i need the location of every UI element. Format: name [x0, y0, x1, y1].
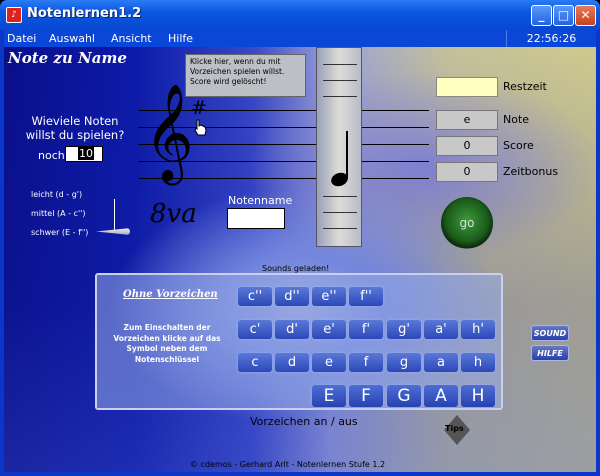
ohne-vorzeichen-label: Ohne Vorzeichen: [123, 289, 218, 300]
note-column: [316, 47, 362, 247]
menu-bar: Datei Auswahl Ansicht Hilfe 22:56:26: [4, 30, 596, 47]
noch-label: noch: [38, 149, 65, 162]
note-button-g1[interactable]: g': [387, 320, 421, 339]
ledger-line: [323, 80, 357, 81]
note-button-e1[interactable]: e': [312, 320, 346, 339]
note-button-H-big[interactable]: H: [461, 385, 495, 407]
note-button-a[interactable]: a: [424, 353, 458, 372]
ledger-line: [323, 196, 357, 197]
close-button[interactable]: ✕: [575, 5, 596, 26]
note-button-d[interactable]: d: [275, 353, 309, 372]
maximize-button[interactable]: □: [553, 5, 574, 26]
level-easy[interactable]: leicht (d - g'): [31, 190, 82, 199]
level-slider-track: [114, 199, 115, 233]
ledger-line: [323, 228, 357, 229]
note-button-c1[interactable]: c': [238, 320, 272, 339]
sound-button[interactable]: SOUND: [531, 325, 569, 341]
note-stem: [346, 131, 348, 179]
help-button[interactable]: HILFE: [531, 345, 569, 361]
note-button-d1[interactable]: d': [275, 320, 309, 339]
minimize-button[interactable]: _: [531, 5, 552, 26]
level-hard[interactable]: schwer (E - f''): [31, 228, 88, 237]
accidentals-tooltip: Klicke hier, wenn du mit Vorzeichen spie…: [185, 54, 306, 97]
note-button-e[interactable]: e: [312, 353, 346, 372]
sharp-toggle-icon[interactable]: #: [191, 97, 207, 119]
credits-text: © cdemos - Gerhard Arlt - Notenlernen St…: [190, 460, 386, 469]
note-button-d2[interactable]: d'': [275, 287, 309, 306]
score-label: Score: [503, 139, 534, 152]
level-medium[interactable]: mittel (A - c''): [31, 209, 85, 218]
mode-title: Note zu Name: [8, 49, 127, 67]
app-window: ♪ Notenlernen1.2 _ □ ✕ Datei Auswahl Ans…: [0, 0, 600, 476]
restzeit-label: Restzeit: [503, 80, 547, 93]
go-button[interactable]: go: [441, 197, 493, 249]
notename-label: Notenname: [228, 194, 293, 207]
note-button-f1[interactable]: f': [349, 320, 383, 339]
how-many-label: Wieviele Noten willst du spielen?: [25, 114, 125, 142]
note-button-c2[interactable]: c'': [238, 287, 272, 306]
main-content: Note zu Name Klicke hier, wenn du mit Vo…: [4, 47, 596, 472]
vorzeichen-toggle-label[interactable]: Vorzeichen an / aus: [250, 415, 358, 428]
note-count-input[interactable]: 10: [65, 146, 103, 162]
zeitbonus-label: Zeitbonus: [503, 165, 559, 178]
note-button-h[interactable]: h: [461, 353, 495, 372]
title-bar[interactable]: ♪ Notenlernen1.2 _ □ ✕: [0, 0, 600, 30]
restzeit-field: [436, 77, 498, 97]
clock: 22:56:26: [506, 30, 596, 47]
window-title: Notenlernen1.2: [27, 6, 142, 21]
menu-ansicht[interactable]: Ansicht: [111, 32, 152, 45]
ledger-line: [323, 96, 357, 97]
note-button-c[interactable]: c: [238, 353, 272, 372]
note-button-f2[interactable]: f'': [349, 287, 383, 306]
level-slider-handle[interactable]: [96, 228, 130, 235]
note-button-G-big[interactable]: G: [387, 385, 421, 407]
note-button-a1[interactable]: a': [424, 320, 458, 339]
zeitbonus-field: 0: [436, 162, 498, 182]
notename-input[interactable]: [227, 208, 285, 229]
menu-hilfe[interactable]: Hilfe: [168, 32, 193, 45]
note-button-e2[interactable]: e'': [312, 287, 346, 306]
hand-cursor-icon: [194, 119, 207, 136]
note-button-E-big[interactable]: E: [312, 385, 346, 407]
note-button-h1[interactable]: h': [461, 320, 495, 339]
note-field: e: [436, 110, 498, 130]
note-button-A-big[interactable]: A: [424, 385, 458, 407]
score-field: 0: [436, 136, 498, 156]
note-label: Note: [503, 113, 530, 126]
menu-auswahl[interactable]: Auswahl: [49, 32, 95, 45]
note-button-f[interactable]: f: [349, 353, 383, 372]
treble-clef-icon: 𝄞: [144, 83, 194, 181]
note-button-g[interactable]: g: [387, 353, 421, 372]
note-count-value: 10: [78, 147, 94, 160]
note-button-F-big[interactable]: F: [349, 385, 383, 407]
ledger-line: [323, 64, 357, 65]
note-app-icon: ♪: [6, 7, 22, 23]
ledger-line: [323, 212, 357, 213]
tips-label[interactable]: Tips: [445, 424, 464, 433]
accidentals-hint: Zum Einschalten der Vorzeichen klicke au…: [113, 323, 221, 364]
octave-mark: 8va: [150, 199, 197, 229]
menu-datei[interactable]: Datei: [7, 32, 36, 45]
sounds-loaded-status: Sounds geladen!: [262, 264, 330, 273]
